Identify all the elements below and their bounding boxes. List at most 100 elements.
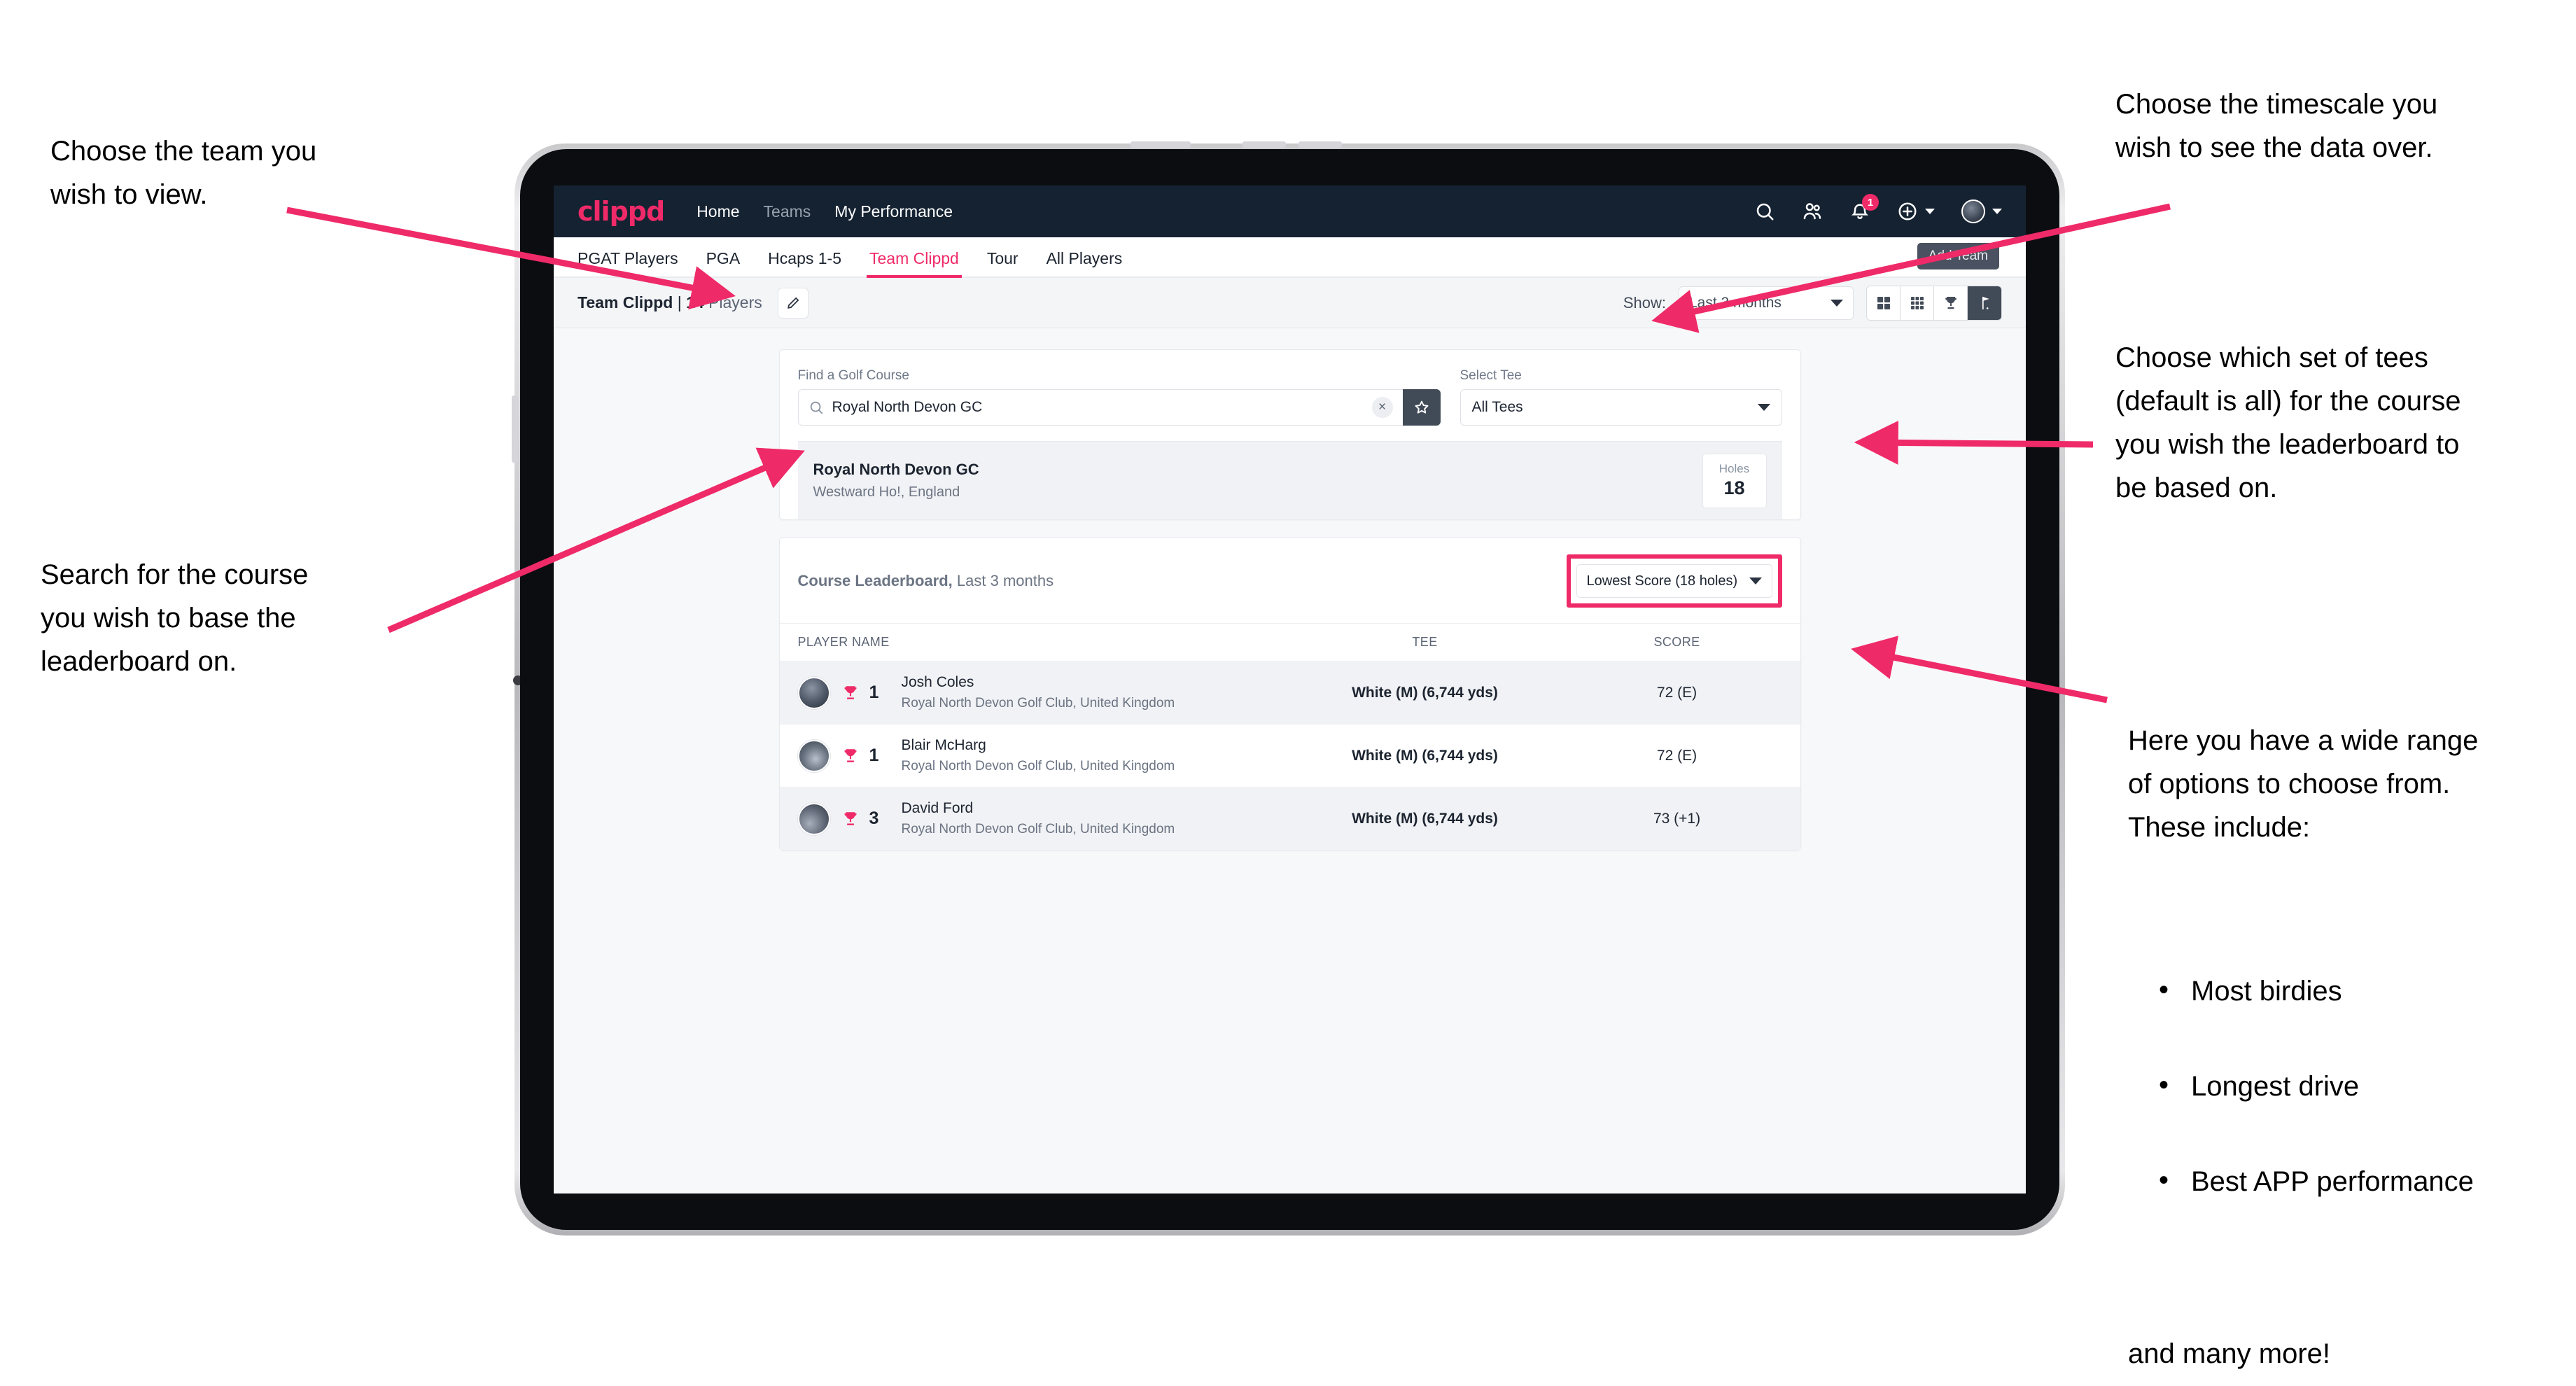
add-menu[interactable] (1897, 201, 1935, 222)
view-mode-grid-4[interactable] (1867, 286, 1900, 320)
nav-link-my-performance[interactable]: My Performance (834, 202, 953, 221)
player-cell: 1 Josh Coles Royal North Devon Golf Club… (797, 674, 1278, 711)
tab-hcaps-1-5[interactable]: Hcaps 1-5 (768, 249, 841, 276)
navbar-actions: 1 (1754, 194, 2002, 223)
player-name: Blair McHarg (901, 737, 986, 753)
table-row[interactable]: 1 Blair McHarg Royal North Devon Golf Cl… (779, 724, 1800, 787)
people-icon[interactable] (1802, 201, 1823, 222)
trophy-icon (841, 684, 860, 702)
search-icon (808, 400, 824, 415)
tee-select-value: All Tees (1471, 399, 1523, 415)
profile-menu[interactable] (1961, 200, 2002, 223)
table-row[interactable]: 3 David Ford Royal North Devon Golf Club… (779, 787, 1800, 850)
course-result-text: Royal North Devon GC Westward Ho!, Engla… (813, 461, 979, 500)
leaderboard-metric-select[interactable]: Lowest Score (18 holes) (1576, 564, 1772, 598)
clear-search-button[interactable]: × (1371, 397, 1393, 418)
player-club: Royal North Devon Golf Club, United King… (901, 696, 1175, 710)
grid-4-icon (1877, 296, 1890, 309)
clippd-logo[interactable]: clippd (578, 196, 665, 227)
tee-field-label: Select Tee (1460, 368, 1522, 383)
player-identity: Josh Coles Royal North Devon Golf Club, … (902, 674, 1175, 711)
tab-all-players[interactable]: All Players (1046, 249, 1123, 276)
pencil-icon (787, 297, 799, 309)
avatar (797, 676, 830, 709)
notification-badge: 1 (1862, 194, 1879, 211)
tee-field: Select Tee All Tees (1460, 368, 1782, 426)
chevron-down-icon (1757, 404, 1770, 411)
player-identity: David Ford Royal North Devon Golf Club, … (902, 800, 1175, 837)
holes-label: Holes (1718, 462, 1750, 475)
team-tabs: PGAT Players PGA Hcaps 1-5 Team Clippd T… (554, 237, 2026, 278)
timescale-select[interactable]: Last 3 months (1679, 286, 1854, 320)
leaderboard-title: Course Leaderboard, Last 3 months (798, 572, 1054, 590)
player-score: 72 (E) (1656, 747, 1698, 764)
power-button (1130, 141, 1191, 148)
player-rank: 1 (869, 746, 879, 765)
search-icon[interactable] (1754, 201, 1775, 222)
avatar[interactable] (1961, 200, 1985, 223)
annotation-choose-tees: Choose which set of tees (default is all… (2115, 342, 2461, 503)
annotated-screenshot: Choose the team you wish to view. Search… (0, 0, 2576, 1386)
annotation-search-course: Search for the course you wish to base t… (41, 559, 309, 677)
volume-down-button (1298, 141, 1342, 148)
course-result-row[interactable]: Royal North Devon GC Westward Ho!, Engla… (797, 441, 1782, 519)
player-tee: White (M) (6,744 yds) (1352, 747, 1498, 764)
favourite-course-button[interactable] (1402, 389, 1441, 426)
view-mode-course-leaderboard[interactable] (1968, 286, 2001, 320)
view-mode-trophy[interactable] (1934, 286, 1968, 320)
tee-select[interactable]: All Tees (1460, 389, 1782, 426)
tab-team-clippd[interactable]: Team Clippd (867, 249, 962, 278)
nav-link-home[interactable]: Home (696, 202, 739, 221)
add-team-tooltip: Add Team (1917, 243, 1999, 270)
trophy-icon (841, 810, 860, 828)
tab-pga[interactable]: PGA (706, 249, 741, 276)
chevron-down-icon[interactable] (1925, 209, 1935, 214)
course-field-label: Find a Golf Course (797, 368, 909, 383)
course-leaderboard-card: Course Leaderboard, Last 3 months Lowest… (778, 537, 1801, 850)
course-result-location: Westward Ho!, England (813, 484, 960, 500)
leaderboard-header: Course Leaderboard, Last 3 months Lowest… (779, 538, 1800, 624)
golf-flag-icon (1982, 296, 1989, 309)
plus-circle-icon[interactable] (1897, 201, 1918, 222)
nav-link-teams[interactable]: Teams (764, 202, 811, 221)
course-search-input[interactable]: Royal North Devon GC × (797, 389, 1403, 426)
app-navbar: clippd Home Teams My Performance 1 (554, 186, 2026, 237)
annotation-options-list: Here you have a wide range of options to… (2128, 676, 2576, 1386)
player-count: 14 (686, 293, 704, 312)
player-rank: 3 (869, 808, 879, 828)
annotation-options-bullets: Most birdies Longest drive Best APP perf… (2159, 926, 2576, 1255)
list-item: Longest drive (2159, 1063, 2576, 1108)
metric-highlight-box: Lowest Score (18 holes) (1566, 554, 1782, 608)
toolbar-right: Show: Last 3 months (1623, 285, 2002, 321)
player-identity: Blair McHarg Royal North Devon Golf Club… (902, 737, 1175, 774)
player-club: Royal North Devon Golf Club, United King… (901, 822, 1175, 836)
bell-icon[interactable]: 1 (1849, 194, 1879, 222)
search-fields: Find a Golf Course Royal North Devon GC … (797, 368, 1782, 426)
annotation-choose-team: Choose the team you wish to view. (50, 136, 317, 210)
view-mode-toggle-group (1866, 285, 2002, 321)
player-score: 72 (E) (1656, 684, 1698, 701)
annotation-choose-timescale: Choose the timescale you wish to see the… (2115, 89, 2438, 163)
edit-team-button[interactable] (777, 287, 808, 318)
annotation-options-tail: and many more! (2128, 1338, 2331, 1369)
team-name: Team Clippd (578, 293, 673, 312)
chevron-down-icon[interactable] (1992, 209, 2002, 214)
player-cell: 1 Blair McHarg Royal North Devon Golf Cl… (797, 737, 1278, 774)
tab-tour[interactable]: Tour (987, 249, 1018, 276)
leaderboard-title-main: Course Leaderboard, (797, 572, 953, 589)
player-name: Josh Coles (901, 674, 974, 690)
team-toolbar: Team Clippd | 14 Players Show: Last 3 mo (554, 278, 2026, 328)
timescale-value: Last 3 months (1689, 294, 1782, 311)
holes-value: 18 (1723, 477, 1745, 498)
table-row[interactable]: 1 Josh Coles Royal North Devon Golf Club… (779, 661, 1800, 724)
leaderboard-column-headers: PLAYER NAME TEE SCORE (780, 624, 1800, 661)
tab-pgat-players[interactable]: PGAT Players (578, 249, 678, 276)
leaderboard-metric-value: Lowest Score (18 holes) (1586, 573, 1738, 589)
primary-nav: Home Teams My Performance (696, 202, 953, 221)
list-item: Best APP performance (2159, 1158, 2576, 1203)
view-mode-grid-9[interactable] (1900, 286, 1934, 320)
volume-up-button (1242, 141, 1286, 148)
show-label: Show: (1623, 293, 1666, 312)
trophy-icon (1945, 296, 1956, 309)
separator: | (677, 293, 682, 312)
